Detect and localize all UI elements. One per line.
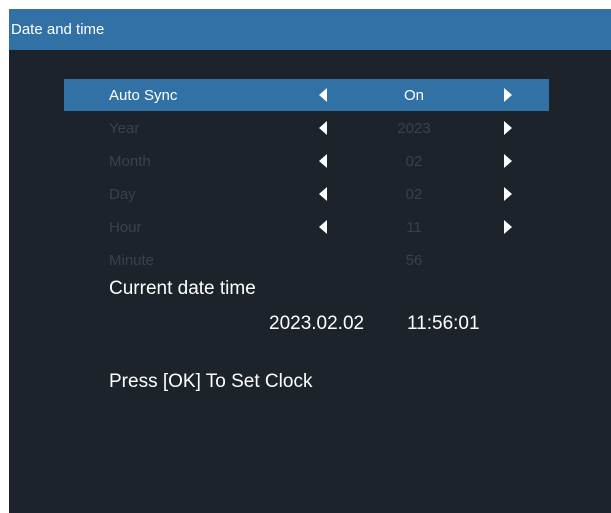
- setting-value: 02: [405, 153, 423, 170]
- setting-value: 56: [405, 252, 423, 269]
- setting-label: Day: [109, 186, 136, 203]
- triangle-left-icon[interactable]: [319, 121, 327, 135]
- triangle-right-icon[interactable]: [504, 154, 512, 168]
- title-bar: Date and time: [9, 9, 611, 50]
- triangle-left-icon[interactable]: [319, 220, 327, 234]
- setting-row-year[interactable]: Year 2023: [64, 112, 549, 144]
- setting-value: On: [403, 87, 424, 104]
- setting-label: Auto Sync: [109, 87, 178, 104]
- setting-value: 02: [405, 186, 423, 203]
- triangle-left-icon[interactable]: [319, 187, 327, 201]
- triangle-left-icon[interactable]: [319, 154, 327, 168]
- triangle-right-icon[interactable]: [504, 220, 512, 234]
- triangle-right-icon[interactable]: [504, 88, 512, 102]
- setting-label: Month: [109, 153, 151, 170]
- setting-label: Minute: [109, 252, 155, 269]
- setting-label: Year: [109, 120, 140, 137]
- triangle-left-icon[interactable]: [319, 88, 327, 102]
- set-clock-hint: Press [OK] To Set Clock: [109, 371, 313, 392]
- dialog-title: Date and time: [11, 21, 105, 38]
- setting-row-auto-sync[interactable]: Auto Sync On: [64, 79, 549, 111]
- setting-row-hour[interactable]: Hour 11: [64, 211, 549, 243]
- current-date: 2023.02.02: [269, 313, 365, 334]
- triangle-right-icon[interactable]: [504, 121, 512, 135]
- setting-value: 2023: [397, 120, 431, 137]
- triangle-right-icon[interactable]: [504, 187, 512, 201]
- date-time-dialog: Date and time Auto Sync On Year 2023 Mon…: [9, 9, 611, 513]
- current-datetime-label: Current date time: [109, 278, 256, 299]
- setting-value: 11: [406, 219, 422, 236]
- setting-row-month[interactable]: Month 02: [64, 145, 549, 177]
- setting-row-minute[interactable]: Minute 56: [64, 244, 549, 276]
- current-time: 11:56:01: [407, 313, 480, 334]
- setting-row-day[interactable]: Day 02: [64, 178, 549, 210]
- setting-label: Hour: [109, 219, 142, 236]
